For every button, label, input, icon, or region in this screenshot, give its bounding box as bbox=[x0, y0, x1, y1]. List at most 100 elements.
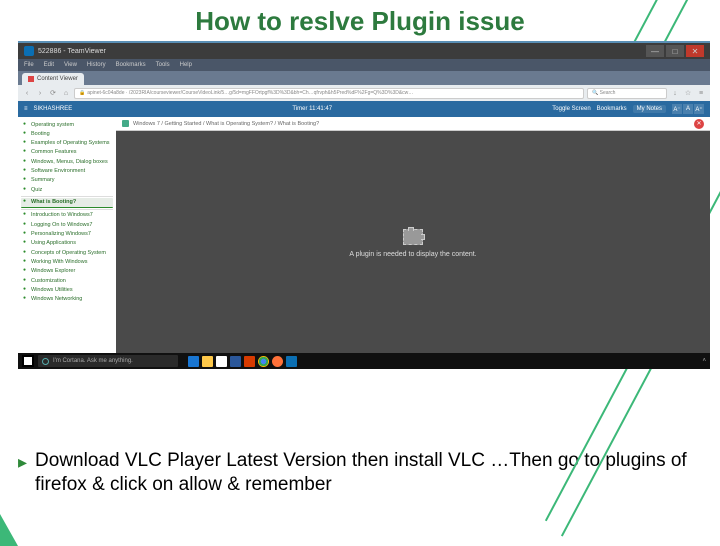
taskbar-explorer-icon[interactable] bbox=[202, 356, 213, 367]
bullet-icon: ● bbox=[23, 168, 29, 174]
sidebar-item-label: Personalizing Windows7 bbox=[31, 231, 91, 237]
bullet-icon: ● bbox=[23, 268, 29, 274]
sidebar-item[interactable]: ●Windows Networking bbox=[21, 295, 113, 304]
bullet-icon: ● bbox=[23, 212, 29, 218]
bullet-icon: ● bbox=[23, 259, 29, 265]
font-increase-button[interactable]: A⁺ bbox=[694, 104, 704, 114]
home-button[interactable]: ⌂ bbox=[61, 88, 71, 98]
sidebar-item-label: Common Features bbox=[31, 149, 77, 155]
url-input[interactable]: 🔒 apinet-6c04a8de · /2023RIA/courseviewe… bbox=[74, 88, 584, 99]
content-region: ●Operating system●Booting●Examples of Op… bbox=[18, 117, 710, 355]
font-reset-button[interactable]: A bbox=[683, 104, 693, 114]
bullet-icon: ● bbox=[23, 296, 29, 302]
sidebar-item[interactable]: ●Working With Windows bbox=[21, 257, 113, 266]
sidebar-item-label: Working With Windows bbox=[31, 259, 87, 265]
taskbar-word-icon[interactable] bbox=[230, 356, 241, 367]
reload-button[interactable]: ⟳ bbox=[48, 88, 58, 98]
tray-chevron-icon[interactable]: ˄ bbox=[702, 358, 706, 364]
sidebar-item[interactable]: ●Software Environment bbox=[21, 167, 113, 176]
browser-tab[interactable]: Content Viewer bbox=[22, 73, 84, 85]
start-button[interactable] bbox=[22, 355, 34, 367]
menu-tools[interactable]: Tools bbox=[156, 62, 170, 68]
taskbar-powerpoint-icon[interactable] bbox=[244, 356, 255, 367]
bullet-icon: ● bbox=[23, 122, 29, 128]
tab-favicon-icon bbox=[28, 76, 34, 82]
appbar-menu-icon[interactable]: ≡ bbox=[24, 106, 28, 112]
close-button[interactable]: ✕ bbox=[686, 45, 704, 57]
sidebar-divider bbox=[21, 196, 113, 197]
taskbar-edge-icon[interactable] bbox=[188, 356, 199, 367]
sidebar-item-label: Customization bbox=[31, 278, 66, 284]
my-notes-button[interactable]: My Notes bbox=[633, 105, 666, 113]
bullet-icon: ● bbox=[23, 177, 29, 183]
content-appbar: ≡ SIKHASHREE Timer 11:41:47 Toggle Scree… bbox=[18, 101, 710, 117]
system-tray[interactable]: ˄ bbox=[702, 358, 706, 364]
hamburger-menu-icon[interactable]: ≡ bbox=[696, 88, 706, 98]
sidebar-item-label: Introduction to Windows7 bbox=[31, 212, 93, 218]
forward-button[interactable]: › bbox=[35, 88, 45, 98]
sidebar-item[interactable]: ●Windows Explorer bbox=[21, 267, 113, 276]
bullet-icon: ● bbox=[23, 240, 29, 246]
sidebar-item[interactable]: ●Quiz bbox=[21, 185, 113, 194]
toggle-screen-button[interactable]: Toggle Screen bbox=[552, 106, 590, 112]
bullet-icon: ● bbox=[23, 159, 29, 165]
menu-view[interactable]: View bbox=[64, 62, 77, 68]
sidebar-item[interactable]: ●Introduction to Windows7 bbox=[21, 211, 113, 220]
menu-edit[interactable]: Edit bbox=[44, 62, 54, 68]
sidebar-item[interactable]: ●Operating system bbox=[21, 120, 113, 129]
sidebar-item-label: Windows Utilities bbox=[31, 287, 73, 293]
bullet-arrow-icon: ▸ bbox=[18, 452, 27, 473]
sidebar-item-label: What is Booting? bbox=[31, 199, 76, 205]
sidebar-item[interactable]: ●Personalizing Windows7 bbox=[21, 229, 113, 238]
search-input[interactable]: 🔍 Search bbox=[587, 88, 667, 99]
breadcrumb-text: Windows 7 / Getting Started / What is Op… bbox=[133, 121, 319, 127]
cortana-icon bbox=[42, 358, 49, 365]
plugin-puzzle-icon bbox=[403, 229, 423, 245]
minimize-button[interactable]: — bbox=[646, 45, 664, 57]
bullet-icon: ● bbox=[23, 278, 29, 284]
menu-help[interactable]: Help bbox=[180, 62, 192, 68]
maximize-button[interactable]: □ bbox=[666, 45, 684, 57]
bullet-icon: ● bbox=[23, 222, 29, 228]
decor-corner bbox=[0, 514, 18, 546]
taskbar-chrome-icon[interactable] bbox=[258, 356, 269, 367]
panel-close-button[interactable]: ✕ bbox=[694, 119, 704, 129]
sidebar-item-label: Summary bbox=[31, 177, 55, 183]
url-text: apinet-6c04a8de · /2023RIA/courseviewer/… bbox=[87, 90, 413, 96]
plugin-missing-panel[interactable]: A plugin is needed to display the conten… bbox=[116, 131, 710, 355]
sidebar-item[interactable]: ●Summary bbox=[21, 176, 113, 185]
sidebar-item-label: Logging On to Windows7 bbox=[31, 222, 92, 228]
sidebar-item[interactable]: ●Common Features bbox=[21, 148, 113, 157]
sidebar-item[interactable]: ●Concepts of Operating System bbox=[21, 248, 113, 257]
menu-bookmarks[interactable]: Bookmarks bbox=[116, 62, 146, 68]
cortana-search[interactable]: I'm Cortana. Ask me anything. bbox=[38, 355, 178, 367]
font-decrease-button[interactable]: A⁻ bbox=[672, 104, 682, 114]
cortana-placeholder: I'm Cortana. Ask me anything. bbox=[53, 358, 133, 364]
downloads-button[interactable]: ↓ bbox=[670, 88, 680, 98]
taskbar-firefox-icon[interactable] bbox=[272, 356, 283, 367]
back-button[interactable]: ‹ bbox=[22, 88, 32, 98]
sidebar-item[interactable]: ●Windows Utilities bbox=[21, 285, 113, 294]
sidebar-item[interactable]: ●Logging On to Windows7 bbox=[21, 220, 113, 229]
bullet-icon: ● bbox=[23, 250, 29, 256]
sidebar-item-label: Examples of Operating Systems bbox=[31, 140, 110, 146]
bookmark-star-icon[interactable]: ☆ bbox=[683, 88, 693, 98]
main-panel: Windows 7 / Getting Started / What is Op… bbox=[116, 117, 710, 355]
sidebar-item[interactable]: ●Using Applications bbox=[21, 239, 113, 248]
slide-bullet: ▸ Download VLC Player Latest Version the… bbox=[18, 449, 702, 497]
sidebar-item[interactable]: ●Customization bbox=[21, 276, 113, 285]
menu-file[interactable]: File bbox=[24, 62, 34, 68]
sidebar-item[interactable]: ●Booting bbox=[21, 129, 113, 138]
sidebar-item-label: Windows, Menus, Dialog boxes bbox=[31, 159, 108, 165]
menu-history[interactable]: History bbox=[87, 62, 106, 68]
plugin-message: A plugin is needed to display the conten… bbox=[349, 251, 476, 258]
taskbar-store-icon[interactable] bbox=[216, 356, 227, 367]
taskbar-teamviewer-icon[interactable] bbox=[286, 356, 297, 367]
sidebar-item[interactable]: ●Windows, Menus, Dialog boxes bbox=[21, 157, 113, 166]
appbar-bookmarks-button[interactable]: Bookmarks bbox=[597, 106, 627, 112]
sidebar-item-label: Using Applications bbox=[31, 240, 76, 246]
bullet-icon: ● bbox=[23, 187, 29, 193]
sidebar-item[interactable]: ●Examples of Operating Systems bbox=[21, 139, 113, 148]
sidebar-item[interactable]: ●What is Booting? bbox=[21, 198, 113, 208]
teamviewer-icon bbox=[24, 46, 34, 56]
